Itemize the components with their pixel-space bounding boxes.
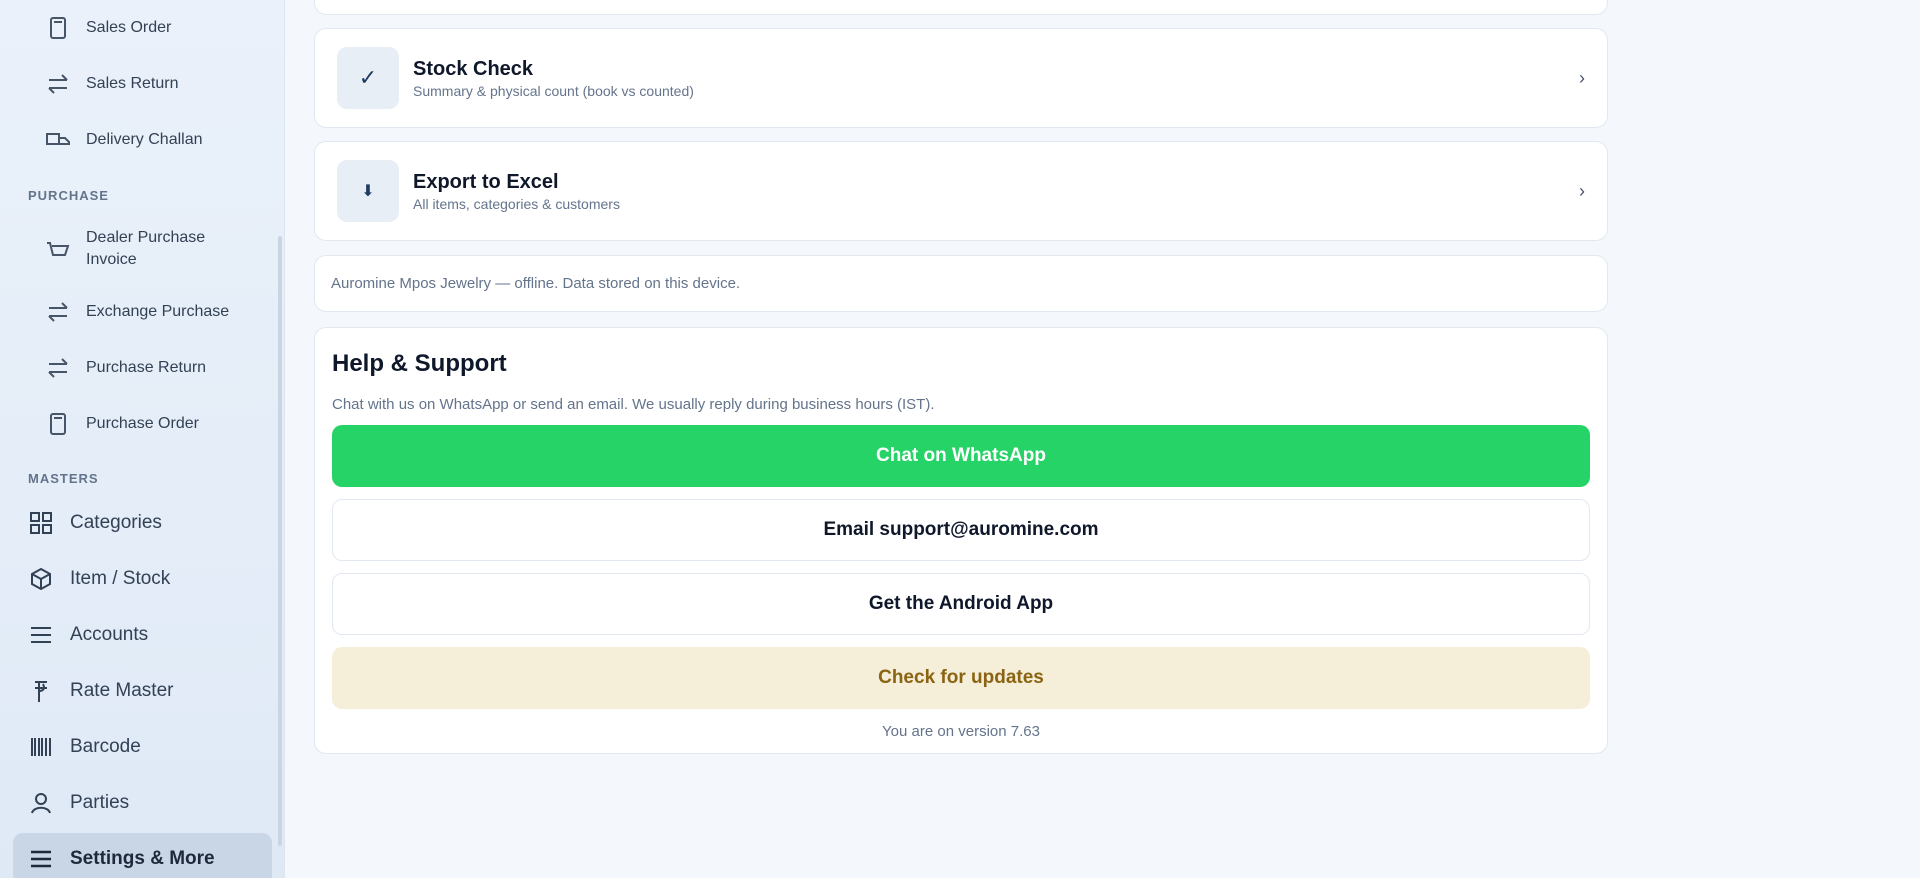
- check-updates-button[interactable]: Check for updates: [332, 647, 1590, 709]
- help-support-card: Help & Support Chat with us on WhatsApp …: [314, 327, 1608, 754]
- section-masters: MASTERS: [28, 471, 99, 486]
- rupee-icon: [28, 678, 54, 704]
- sidebar-item-purchase-order[interactable]: Purchase Order: [0, 410, 272, 438]
- check-icon: ✓: [337, 47, 399, 109]
- swap-icon: [45, 299, 71, 325]
- download-icon: ⬇: [337, 160, 399, 222]
- sidebar-item-label: Parties: [70, 792, 130, 813]
- export-excel-row[interactable]: ⬇ Export to Excel All items, categories …: [314, 141, 1608, 241]
- help-title: Help & Support: [332, 350, 507, 377]
- stock-check-title: Stock Check: [413, 57, 534, 80]
- sidebar-item-label: Exchange Purchase: [86, 303, 230, 320]
- sidebar-item-purchase-return[interactable]: Purchase Return: [0, 354, 272, 382]
- list-icon: [28, 622, 54, 648]
- sidebar-item-label: Accounts: [70, 624, 149, 645]
- sidebar-item-dealer-purchase-invoice[interactable]: Dealer Purchase Invoice: [0, 226, 272, 272]
- sidebar-item-sales-return[interactable]: Sales Return: [0, 70, 272, 98]
- sidebar-item-delivery-challan[interactable]: Delivery Challan: [0, 126, 272, 154]
- receipt-icon: [45, 15, 71, 41]
- sidebar-item-label: Delivery Challan: [86, 131, 203, 148]
- swap-icon: [45, 71, 71, 97]
- sidebar-item-settings-more[interactable]: Settings & More: [13, 833, 272, 878]
- section-purchase: PURCHASE: [28, 188, 109, 203]
- offline-note: Auromine Mpos Jewelry — offline. Data st…: [314, 255, 1608, 312]
- box-icon: [28, 566, 54, 592]
- sidebar-item-label: Purchase Return: [86, 359, 207, 376]
- truck-icon: [45, 127, 71, 153]
- menu-icon: [28, 846, 54, 872]
- sidebar-item-label: Barcode: [70, 736, 141, 757]
- sidebar-item-item-stock[interactable]: Item / Stock: [0, 564, 272, 594]
- basket-icon: [45, 236, 71, 262]
- export-excel-subtitle: All items, categories & customers: [413, 195, 620, 212]
- sidebar-item-label: Sales Order: [86, 19, 172, 36]
- previous-card: [314, 0, 1608, 15]
- sidebar-item-label: Rate Master: [70, 680, 174, 701]
- help-description: Chat with us on WhatsApp or send an emai…: [332, 396, 935, 413]
- sidebar-item-exchange-purchase[interactable]: Exchange Purchase: [0, 298, 272, 326]
- sidebar-scrollbar[interactable]: [278, 236, 282, 846]
- grid-icon: [28, 510, 54, 536]
- sidebar-item-label: Dealer Purchase Invoice: [86, 229, 206, 268]
- version-text: You are on version 7.63: [882, 723, 1040, 740]
- swap-icon: [45, 355, 71, 381]
- sidebar: Sales Order Sales Return Delivery Challa…: [0, 0, 285, 878]
- whatsapp-button[interactable]: Chat on WhatsApp: [332, 425, 1590, 487]
- export-excel-title: Export to Excel: [413, 170, 559, 193]
- sidebar-item-label: Purchase Order: [86, 415, 199, 432]
- email-support-button[interactable]: Email support@auromine.com: [332, 499, 1590, 561]
- barcode-icon: [28, 734, 54, 760]
- receipt-icon: [45, 411, 71, 437]
- sidebar-item-label: Item / Stock: [70, 568, 171, 589]
- person-icon: [28, 790, 54, 816]
- sidebar-item-label: Categories: [70, 512, 162, 533]
- stock-check-subtitle: Summary & physical count (book vs counte…: [413, 82, 694, 99]
- sidebar-item-accounts[interactable]: Accounts: [0, 620, 272, 650]
- sidebar-item-categories[interactable]: Categories: [0, 508, 272, 538]
- chevron-right-icon: ›: [1579, 67, 1585, 88]
- sidebar-item-rate-master[interactable]: Rate Master: [0, 676, 272, 706]
- sidebar-item-label: Settings & More: [70, 848, 215, 869]
- sidebar-item-parties[interactable]: Parties: [0, 788, 272, 818]
- sidebar-item-label: Sales Return: [86, 75, 179, 92]
- stock-check-row[interactable]: ✓ Stock Check Summary & physical count (…: [314, 28, 1608, 128]
- sidebar-item-sales-order[interactable]: Sales Order: [0, 14, 272, 42]
- android-app-button[interactable]: Get the Android App: [332, 573, 1590, 635]
- sidebar-item-barcode[interactable]: Barcode: [0, 732, 272, 762]
- chevron-right-icon: ›: [1579, 180, 1585, 201]
